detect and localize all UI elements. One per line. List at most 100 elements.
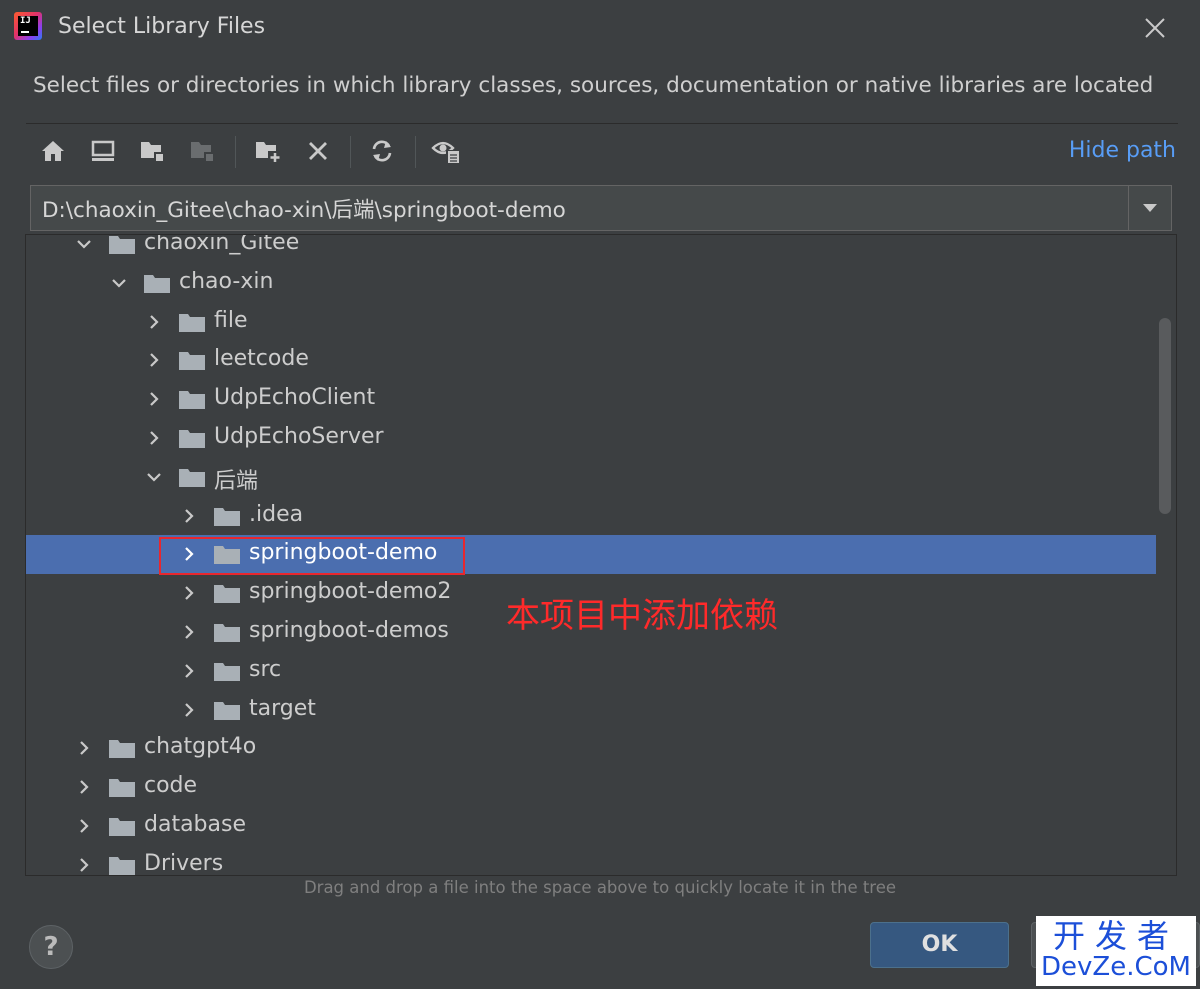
- chevron-right-icon[interactable]: [180, 623, 198, 641]
- home-button[interactable]: [36, 134, 70, 168]
- chevron-right-icon[interactable]: [180, 662, 198, 680]
- chevron-down-icon[interactable]: [110, 274, 128, 292]
- tree-item-label: code: [144, 773, 198, 799]
- toolbar-separator: [415, 136, 416, 168]
- watermark-line2: DevZe.CoM: [1041, 952, 1191, 982]
- file-chooser-toolbar: Hide path: [26, 130, 1176, 174]
- tree-row[interactable]: .idea: [26, 497, 1156, 536]
- tree-item-label: database: [144, 812, 246, 837]
- tree-row[interactable]: database: [26, 807, 1156, 846]
- tree-item-label: UdpEchoServer: [214, 424, 384, 449]
- tree-item-label: chatgpt4o: [144, 734, 257, 760]
- tree-row[interactable]: UdpEchoServer: [26, 419, 1156, 458]
- new-folder-button[interactable]: [252, 134, 286, 168]
- close-icon: [1145, 18, 1165, 38]
- tree-row[interactable]: file: [26, 303, 1156, 342]
- module-folder-icon: [191, 142, 214, 162]
- folder-icon: [179, 468, 205, 487]
- home-icon: [42, 141, 64, 161]
- tree-item-label: file: [214, 307, 248, 333]
- tree-row[interactable]: code: [26, 768, 1156, 807]
- tree-item-label: chao-xin: [179, 268, 274, 294]
- module-folder-button[interactable]: [186, 134, 220, 168]
- tree-row[interactable]: leetcode: [26, 341, 1156, 380]
- hide-path-link[interactable]: Hide path: [1069, 138, 1176, 163]
- tree-item-label: src: [249, 656, 282, 682]
- folder-icon: [179, 352, 205, 371]
- chevron-down-icon[interactable]: [75, 235, 93, 253]
- folder-icon: [179, 313, 205, 332]
- path-dropdown-button[interactable]: [1128, 186, 1171, 230]
- tree-item-label: .idea: [249, 501, 304, 527]
- chevron-right-icon[interactable]: [180, 584, 198, 602]
- tree-item-label: springboot-demos: [249, 618, 449, 643]
- folder-icon: [144, 274, 170, 293]
- chevron-right-icon[interactable]: [180, 545, 198, 563]
- toolbar-separator: [350, 136, 351, 168]
- project-folder-icon: [141, 142, 164, 162]
- new-folder-icon: [256, 142, 282, 163]
- folder-icon: [214, 507, 240, 526]
- chevron-right-icon[interactable]: [75, 739, 93, 757]
- folder-icon: [109, 856, 135, 875]
- folder-icon: [214, 662, 240, 681]
- ok-button[interactable]: OK: [870, 922, 1009, 968]
- dialog-description: Select files or directories in which lib…: [33, 73, 1154, 98]
- chevron-right-icon[interactable]: [75, 856, 93, 874]
- delete-icon: [309, 142, 327, 160]
- tree-row[interactable]: chatgpt4o: [26, 729, 1156, 768]
- tree-item-label: leetcode: [214, 346, 309, 372]
- tree-item-label: target: [249, 695, 316, 721]
- folder-icon: [179, 430, 205, 448]
- chevron-down-icon[interactable]: [145, 468, 163, 486]
- project-folder-button[interactable]: [136, 134, 170, 168]
- chevron-right-icon[interactable]: [145, 313, 163, 331]
- folder-icon: [109, 740, 135, 759]
- intellij-logo-icon: IJ: [14, 12, 42, 40]
- chevron-right-icon[interactable]: [75, 778, 93, 796]
- show-hidden-files-icon: [431, 141, 461, 163]
- chevron-right-icon[interactable]: [180, 507, 198, 525]
- tree-item-label: Drivers: [144, 850, 224, 876]
- chevron-right-icon[interactable]: [145, 351, 163, 369]
- tree-item-label: chaoxin_Gitee: [144, 234, 300, 255]
- folder-icon: [179, 391, 205, 410]
- tree-row[interactable]: 后端: [26, 458, 1156, 497]
- chevron-right-icon[interactable]: [75, 817, 93, 835]
- close-button[interactable]: [1139, 12, 1171, 44]
- tree-row[interactable]: chaoxin_Gitee: [26, 234, 1156, 264]
- path-input[interactable]: [31, 186, 1131, 230]
- tree-row[interactable]: UdpEchoClient: [26, 380, 1156, 419]
- folder-icon: [109, 818, 135, 836]
- tree-row[interactable]: src: [26, 652, 1156, 691]
- refresh-button[interactable]: [365, 134, 399, 168]
- tree-row[interactable]: target: [26, 691, 1156, 730]
- tree-item-label: springboot-demo2: [249, 579, 452, 605]
- window-title: Select Library Files: [58, 14, 266, 39]
- folder-icon: [214, 546, 240, 565]
- file-tree[interactable]: chaoxin_Gitee chao-xin file leetcode UdpEcho…: [25, 234, 1177, 876]
- tree-row[interactable]: Drivers: [26, 846, 1156, 876]
- chevron-right-icon[interactable]: [145, 429, 163, 447]
- chevron-right-icon[interactable]: [180, 701, 198, 719]
- desktop-button[interactable]: [86, 134, 120, 168]
- drop-hint: Drag and drop a file into the space abov…: [303, 878, 897, 897]
- help-button[interactable]: ?: [29, 925, 73, 969]
- tree-row[interactable]: chao-xin: [26, 264, 1156, 303]
- tree-item-label: 后端: [214, 468, 259, 494]
- tree-row[interactable]: springboot-demo: [26, 535, 1156, 575]
- folder-icon: [109, 779, 135, 798]
- scrollbar-thumb[interactable]: [1159, 318, 1171, 514]
- tree-item-label: springboot-demo: [249, 540, 438, 566]
- watermark-logo: 开发者 DevZe.CoM: [1036, 916, 1196, 986]
- path-combobox: [30, 185, 1172, 231]
- delete-button[interactable]: [301, 134, 335, 168]
- folder-icon: [214, 701, 240, 720]
- watermark-line1: 开发者: [1052, 917, 1179, 955]
- folder-icon: [214, 585, 240, 604]
- refresh-icon: [372, 140, 392, 162]
- folder-icon: [214, 624, 240, 642]
- show-hidden-files-button[interactable]: [430, 134, 464, 168]
- annotation-text: 本项目中添加依赖: [506, 596, 778, 636]
- chevron-right-icon[interactable]: [145, 390, 163, 408]
